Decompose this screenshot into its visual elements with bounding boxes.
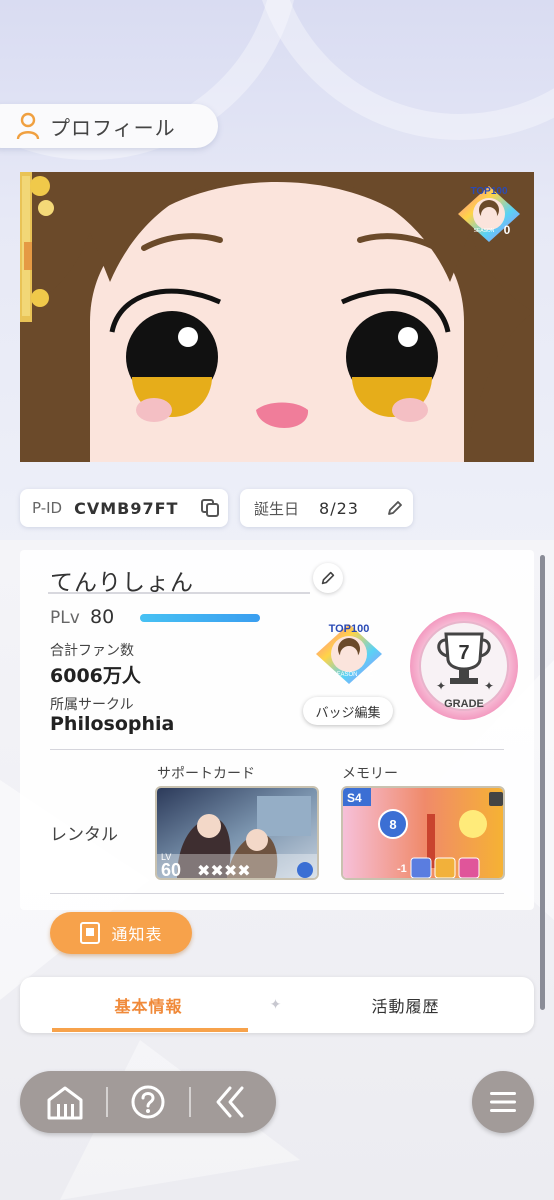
back-icon[interactable]: [199, 1071, 261, 1133]
title-badge-strip: [20, 172, 58, 322]
plv-progress-fill: [140, 614, 260, 622]
plv-label: PLv: [50, 608, 80, 628]
pid-value: CVMB97FT: [74, 498, 179, 518]
plv-progress-bar: [140, 614, 260, 622]
nav-separator: [189, 1087, 191, 1117]
svg-text:GRADE: GRADE: [444, 698, 484, 710]
tab-bar: 基本情報 ✦ 活動履歴: [20, 977, 534, 1033]
svg-text:60: 60: [161, 860, 181, 880]
support-card-label: サポートカード: [157, 766, 255, 782]
rental-label: レンタル: [50, 825, 118, 845]
page-title: プロフィール: [50, 115, 176, 140]
fans-value: 6006万人: [50, 665, 141, 687]
svg-text:8: 8: [389, 817, 396, 832]
svg-text:TOP100: TOP100: [329, 623, 370, 635]
memory-card-image[interactable]: S4 8 -1: [341, 786, 505, 880]
svg-text:TOP100: TOP100: [470, 186, 507, 197]
badge-edit-button[interactable]: バッジ編集: [303, 697, 393, 725]
birthday-value: 8/23: [319, 498, 359, 518]
svg-text:✦: ✦: [436, 679, 446, 693]
circle-value: Philosophia: [50, 713, 175, 735]
top100-badge-banner: TOP100 0 SEASON: [454, 182, 524, 246]
svg-text:7: 7: [458, 642, 469, 664]
fans-label: 合計ファン数: [50, 643, 134, 659]
menu-icon[interactable]: [472, 1071, 534, 1133]
person-icon: [16, 112, 40, 140]
support-card-image[interactable]: LV 60 ✖✖✖✖: [155, 786, 319, 880]
pid-label: P-ID: [32, 499, 63, 517]
name-edit-icon[interactable]: [313, 563, 343, 593]
circle-label: 所属サークル: [50, 697, 134, 713]
svg-text:✖✖✖✖: ✖✖✖✖: [197, 861, 251, 880]
svg-text:2: 2: [366, 664, 373, 679]
svg-text:-1: -1: [397, 863, 407, 875]
report-card-button[interactable]: 通知表: [50, 912, 192, 954]
plv-value: 80: [90, 606, 115, 628]
document-icon: [80, 922, 101, 944]
name-underline: [48, 592, 310, 594]
home-icon[interactable]: [34, 1071, 96, 1133]
tab-activity-history[interactable]: 活動履歴: [277, 977, 534, 1033]
svg-text:0: 0: [504, 223, 511, 237]
divider: [50, 893, 504, 894]
report-card-label: 通知表: [111, 925, 163, 944]
svg-text:✦: ✦: [484, 679, 494, 693]
svg-text:SEASON: SEASON: [474, 228, 495, 234]
profile-header: プロフィール: [0, 104, 218, 148]
birthday-edit-icon[interactable]: [381, 494, 409, 522]
top100-badge[interactable]: TOP100 2 SEASON: [312, 618, 386, 688]
grade-emblem: 7 GRADE ✦ ✦: [408, 610, 520, 722]
active-tab-indicator: [52, 1028, 248, 1032]
nav-separator: [106, 1087, 108, 1117]
copy-icon[interactable]: [196, 494, 224, 522]
birthday-label: 誕生日: [254, 499, 300, 518]
divider: [50, 749, 504, 750]
tab-basic-info[interactable]: 基本情報: [20, 977, 277, 1033]
scrollbar[interactable]: [540, 555, 545, 1010]
help-icon[interactable]: [117, 1071, 179, 1133]
memory-label: メモリー: [342, 766, 398, 782]
svg-text:S4: S4: [347, 791, 362, 805]
svg-text:SEASON: SEASON: [332, 672, 357, 678]
